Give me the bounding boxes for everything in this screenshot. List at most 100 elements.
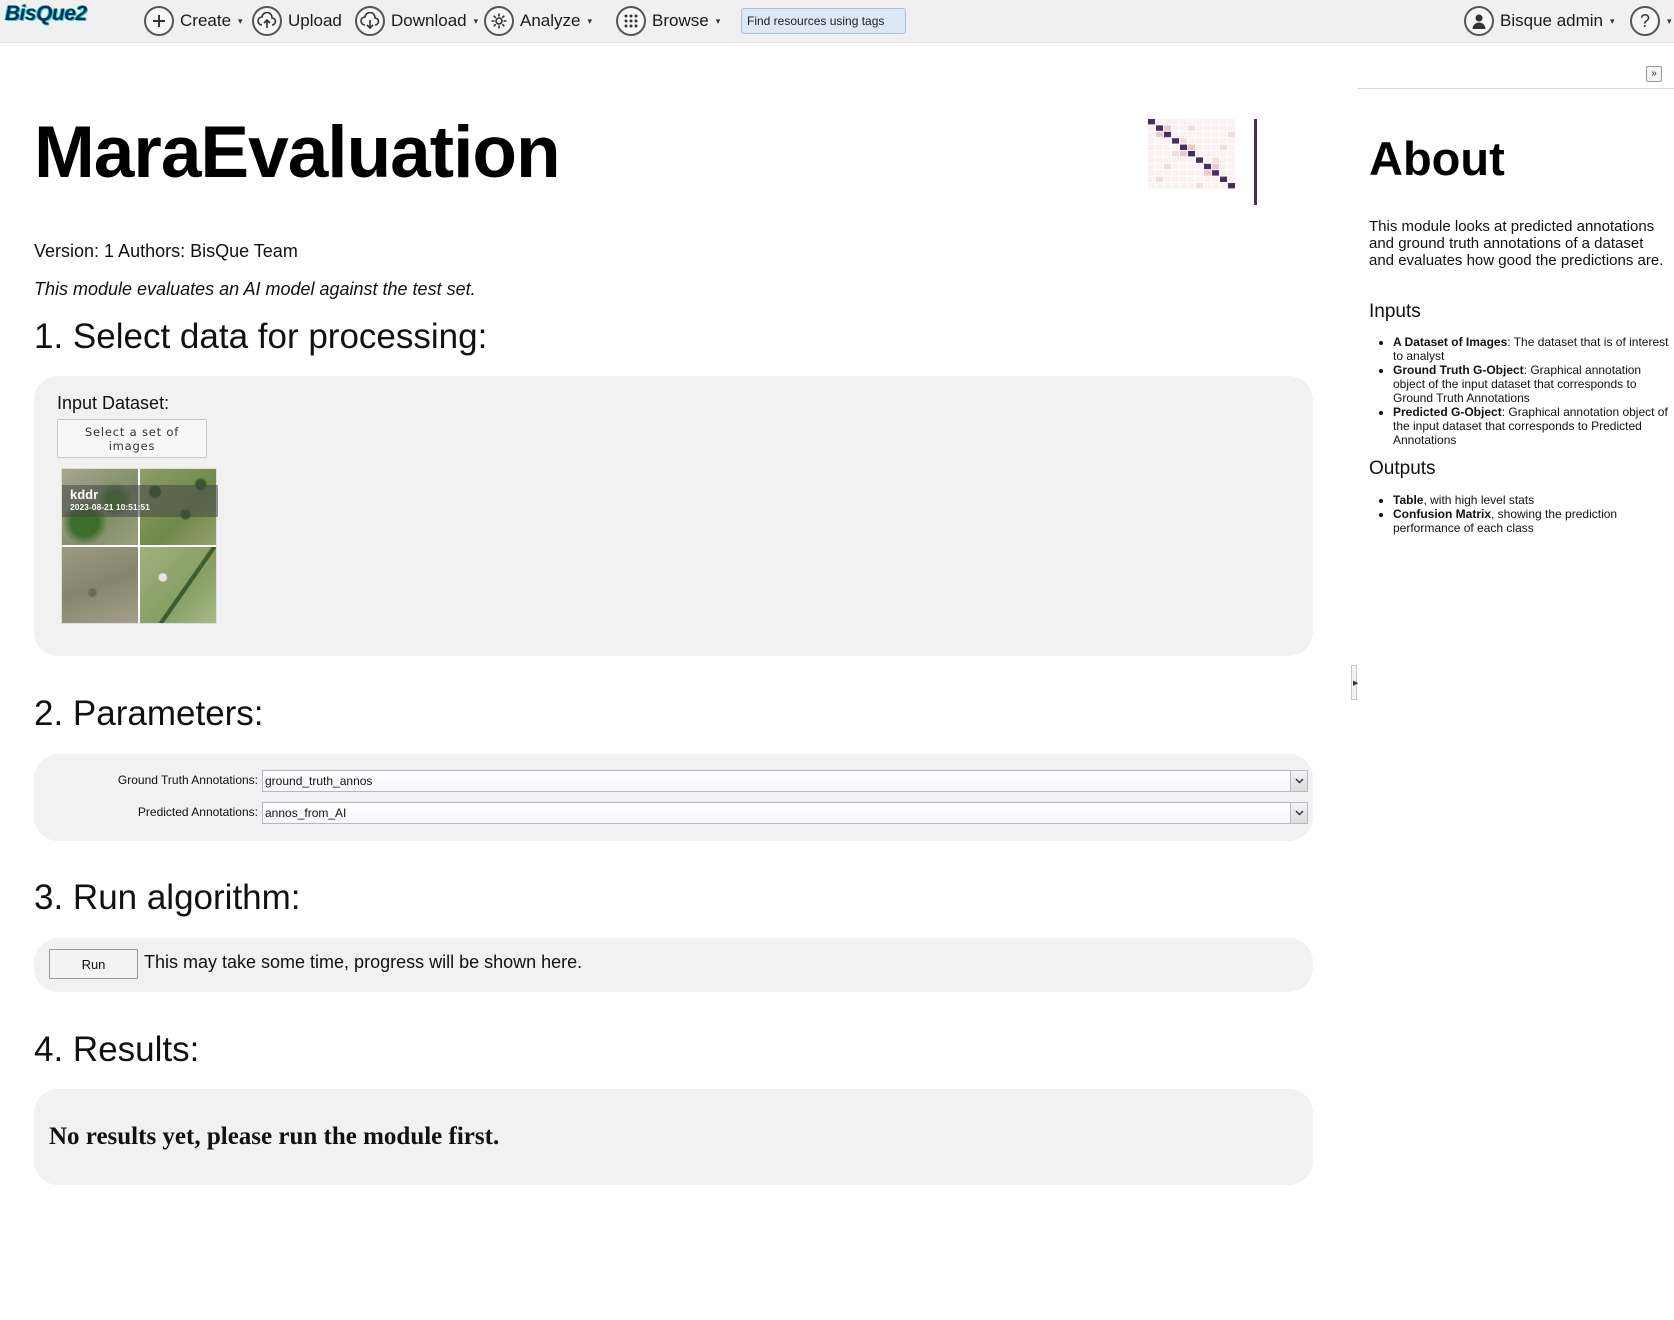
matrix-cell bbox=[1156, 131, 1163, 138]
matrix-cell bbox=[1212, 119, 1219, 125]
matrix-diagonal-cell bbox=[1204, 163, 1211, 170]
matrix-cell bbox=[1148, 125, 1155, 131]
output-item-desc: , with high level stats bbox=[1423, 493, 1535, 507]
matrix-cell bbox=[1228, 176, 1235, 182]
matrix-cell bbox=[1196, 163, 1203, 170]
matrix-cell bbox=[1220, 131, 1227, 138]
gear-icon bbox=[484, 6, 514, 36]
panel-splitter[interactable]: ▶ bbox=[1351, 665, 1358, 700]
module-title: MaraEvaluation bbox=[34, 112, 561, 193]
bisque-logo[interactable]: BisQue2 bbox=[5, 2, 87, 26]
matrix-cell bbox=[1196, 151, 1203, 157]
matrix-cell bbox=[1228, 125, 1235, 131]
dataset-date: 2023-08-21 10:51:51 bbox=[70, 502, 150, 512]
matrix-cell bbox=[1220, 157, 1227, 163]
predicted-select[interactable]: annos_from_AI bbox=[262, 802, 1308, 824]
matrix-cell bbox=[1172, 119, 1179, 125]
matrix-cell bbox=[1212, 176, 1219, 182]
matrix-cell bbox=[1180, 125, 1187, 131]
user-menu[interactable]: Bisque admin ▾ bbox=[1464, 5, 1615, 37]
matrix-cell bbox=[1220, 125, 1227, 131]
matrix-diagonal-cell bbox=[1156, 125, 1163, 131]
user-avatar-icon bbox=[1464, 6, 1494, 36]
predicted-label: Predicted Annotations: bbox=[137, 805, 258, 819]
matrix-cell bbox=[1212, 138, 1219, 144]
run-progress-text: This may take some time, progress will b… bbox=[144, 952, 583, 972]
matrix-diagonal-cell bbox=[1196, 157, 1203, 163]
matrix-cell bbox=[1204, 151, 1211, 157]
browse-menu[interactable]: Browse ▾ bbox=[616, 5, 720, 37]
chevron-down-icon[interactable] bbox=[1290, 771, 1307, 791]
matrix-cell bbox=[1172, 144, 1179, 150]
matrix-cell bbox=[1196, 144, 1203, 150]
matrix-cell bbox=[1228, 131, 1235, 138]
help-menu[interactable]: ? ▾ bbox=[1630, 5, 1672, 37]
tag-search-input[interactable] bbox=[741, 8, 906, 34]
matrix-cell bbox=[1164, 183, 1171, 189]
download-menu[interactable]: Download ▾ bbox=[355, 5, 478, 37]
input-item: Ground Truth G-Object: Graphical annotat… bbox=[1393, 363, 1669, 405]
dataset-caption: kddr 2023-08-21 10:51:51 bbox=[62, 485, 218, 517]
parameters-heading: 2. Parameters: bbox=[34, 694, 264, 733]
matrix-cell bbox=[1220, 151, 1227, 157]
matrix-cell bbox=[1148, 157, 1155, 163]
matrix-cell bbox=[1204, 157, 1211, 163]
matrix-cell bbox=[1156, 119, 1163, 125]
module-description: This module evaluates an AI model agains… bbox=[34, 279, 476, 299]
matrix-cell bbox=[1180, 183, 1187, 189]
select-images-button[interactable]: Select a set of images bbox=[57, 419, 207, 458]
matrix-cell bbox=[1228, 163, 1235, 170]
matrix-cell bbox=[1148, 151, 1155, 157]
matrix-cell bbox=[1164, 144, 1171, 150]
upload-menu[interactable]: Upload bbox=[252, 5, 342, 37]
about-text: This module looks at predicted annotatio… bbox=[1369, 218, 1664, 269]
input-item: Predicted G-Object: Graphical annotation… bbox=[1393, 405, 1669, 447]
run-button[interactable]: Run bbox=[49, 949, 138, 979]
run-heading: 3. Run algorithm: bbox=[34, 878, 301, 917]
matrix-diagonal-cell bbox=[1228, 183, 1235, 189]
matrix-cell bbox=[1156, 157, 1163, 163]
matrix-cell bbox=[1228, 144, 1235, 150]
matrix-cell bbox=[1188, 144, 1195, 150]
matrix-cell bbox=[1196, 131, 1203, 138]
ground-truth-select[interactable]: ground_truth_annos bbox=[262, 770, 1308, 792]
output-item-name: Table bbox=[1393, 493, 1424, 507]
outputs-heading: Outputs bbox=[1369, 458, 1436, 479]
matrix-diagonal-cell bbox=[1188, 151, 1195, 157]
dataset-image-tile bbox=[140, 547, 216, 623]
matrix-cell bbox=[1172, 157, 1179, 163]
matrix-cell bbox=[1164, 119, 1171, 125]
matrix-cell bbox=[1188, 176, 1195, 182]
matrix-cell bbox=[1148, 131, 1155, 138]
about-heading: About bbox=[1369, 132, 1505, 185]
matrix-cell bbox=[1148, 183, 1155, 189]
collapse-panel-icon[interactable]: » bbox=[1646, 66, 1662, 82]
matrix-cell bbox=[1204, 170, 1211, 176]
help-glyph: ? bbox=[1639, 10, 1650, 31]
about-side-panel: » About This module looks at predicted a… bbox=[1358, 43, 1674, 1320]
matrix-cell bbox=[1204, 144, 1211, 150]
analyze-menu[interactable]: Analyze ▾ bbox=[484, 5, 592, 37]
chevron-down-icon[interactable] bbox=[1290, 803, 1307, 823]
create-menu-label: Create bbox=[180, 11, 232, 30]
matrix-cell bbox=[1172, 125, 1179, 131]
run-panel: Run This may take some time, progress wi… bbox=[34, 938, 1313, 992]
matrix-cell bbox=[1172, 183, 1179, 189]
matrix-cell bbox=[1156, 163, 1163, 170]
results-panel: No results yet, please run the module fi… bbox=[34, 1089, 1313, 1185]
user-menu-label: Bisque admin bbox=[1500, 11, 1604, 30]
create-menu[interactable]: Create ▾ bbox=[144, 5, 243, 37]
matrix-diagonal-cell bbox=[1164, 131, 1171, 138]
output-item: Confusion Matrix, showing the prediction… bbox=[1393, 507, 1669, 535]
dataset-thumbnail[interactable]: kddr 2023-08-21 10:51:51 bbox=[61, 468, 218, 624]
matrix-cell bbox=[1212, 151, 1219, 157]
matrix-cell bbox=[1220, 144, 1227, 150]
matrix-cell bbox=[1180, 119, 1187, 125]
matrix-cell bbox=[1164, 151, 1171, 157]
matrix-cell bbox=[1196, 138, 1203, 144]
grid-icon bbox=[616, 6, 646, 36]
matrix-cell bbox=[1156, 151, 1163, 157]
matrix-cell bbox=[1172, 151, 1179, 157]
input-item: A Dataset of Images: The dataset that is… bbox=[1393, 335, 1669, 363]
matrix-diagonal-cell bbox=[1180, 144, 1187, 150]
